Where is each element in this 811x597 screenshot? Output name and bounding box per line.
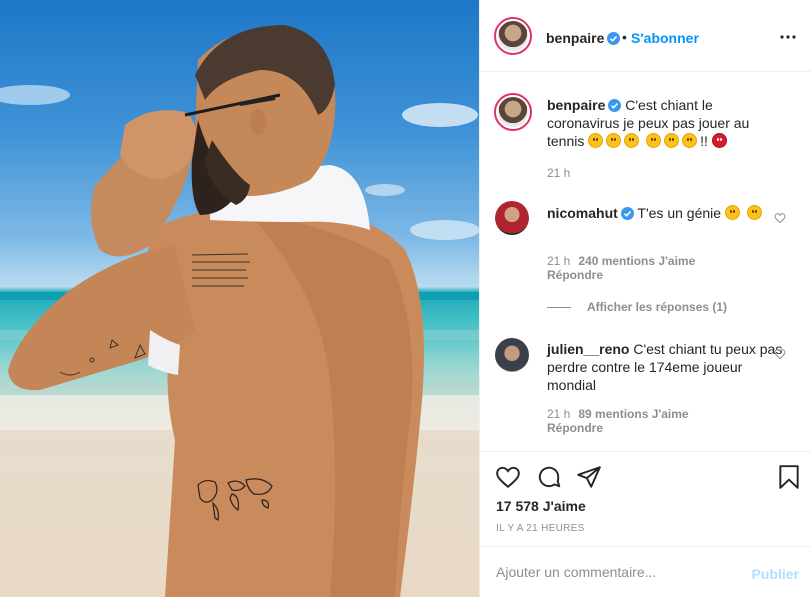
bookmark-icon[interactable] <box>776 464 802 490</box>
small-heart-icon[interactable] <box>774 348 786 360</box>
show-replies-button[interactable]: Afficher les réponses (1) <box>547 300 727 314</box>
verified-badge-icon <box>620 207 634 220</box>
smirk-emoji-icon <box>664 133 680 148</box>
tears-of-joy-emoji-icon <box>724 205 740 220</box>
commenter-avatar[interactable] <box>495 338 529 372</box>
neutral-face-emoji-icon <box>588 133 604 148</box>
share-icon[interactable] <box>576 464 602 490</box>
likes-count[interactable]: 17 578 J'aime <box>496 498 586 514</box>
heart-icon[interactable] <box>495 464 521 490</box>
neutral-face-emoji-icon <box>646 133 662 148</box>
author-username-text[interactable]: benpaire <box>546 30 604 46</box>
caption-username[interactable]: benpaire <box>547 97 605 113</box>
comment-time[interactable]: 21 h <box>547 254 570 268</box>
neutral-face-emoji-icon <box>606 133 622 148</box>
comment-input[interactable] <box>496 561 746 583</box>
post-timestamp[interactable]: IL Y A 21 HEURES <box>496 523 585 534</box>
caption-author-avatar[interactable] <box>494 93 532 131</box>
small-heart-icon[interactable] <box>774 212 786 224</box>
verified-badge-icon <box>607 32 621 45</box>
post-details-panel: benpaire • S'abonner benpaire C'est chia… <box>479 0 811 597</box>
caption-text-block: benpaire C'est chiant le coronavirus je … <box>547 96 783 150</box>
post-photo-illustration <box>0 25 479 597</box>
grin-sweat-emoji-icon <box>682 133 698 148</box>
post-header: benpaire • S'abonner <box>480 0 811 72</box>
comment-likes[interactable]: 89 mentions J'aime <box>578 407 688 421</box>
publish-button[interactable]: Publier <box>752 566 799 582</box>
author-username[interactable]: benpaire <box>546 30 621 46</box>
commenter-avatar[interactable] <box>495 201 529 235</box>
comment-text-block: julien__reno C'est chiant tu peux pas pe… <box>547 340 783 394</box>
neutral-face-emoji-icon <box>624 133 640 148</box>
tears-of-joy-emoji-icon <box>746 205 762 220</box>
devil-emoji-icon <box>711 133 727 148</box>
comment-icon[interactable] <box>536 464 562 490</box>
caption-time: 21 h <box>547 166 570 180</box>
comment-meta: 21 h 89 mentions J'aime <box>547 407 689 421</box>
comment-likes[interactable]: 240 mentions J'aime <box>578 254 695 268</box>
verified-badge-icon <box>608 99 622 112</box>
caption-time-text[interactable]: 21 h <box>547 166 570 180</box>
comment-text-block: nicomahut T'es un génie <box>547 204 783 222</box>
caption-suffix: !! <box>700 133 708 149</box>
post-photo[interactable] <box>0 0 479 597</box>
comment-text: T'es un génie <box>637 205 722 221</box>
comment-time[interactable]: 21 h <box>547 407 570 421</box>
post-actions <box>480 451 811 489</box>
follow-button[interactable]: S'abonner <box>631 30 699 46</box>
show-replies-text[interactable]: Afficher les réponses (1) <box>587 300 727 314</box>
comment-meta: 21 h 240 mentions J'aime <box>547 254 695 268</box>
reply-button[interactable]: Répondre <box>547 268 603 282</box>
comment-username[interactable]: nicomahut <box>547 205 618 221</box>
replies-divider <box>547 307 571 309</box>
add-comment-bar: Publier <box>480 546 811 597</box>
comment-username[interactable]: julien__reno <box>547 341 629 357</box>
more-icon[interactable] <box>778 27 798 47</box>
header-separator: • <box>622 29 627 45</box>
reply-button[interactable]: Répondre <box>547 421 603 435</box>
author-avatar[interactable] <box>494 17 532 55</box>
